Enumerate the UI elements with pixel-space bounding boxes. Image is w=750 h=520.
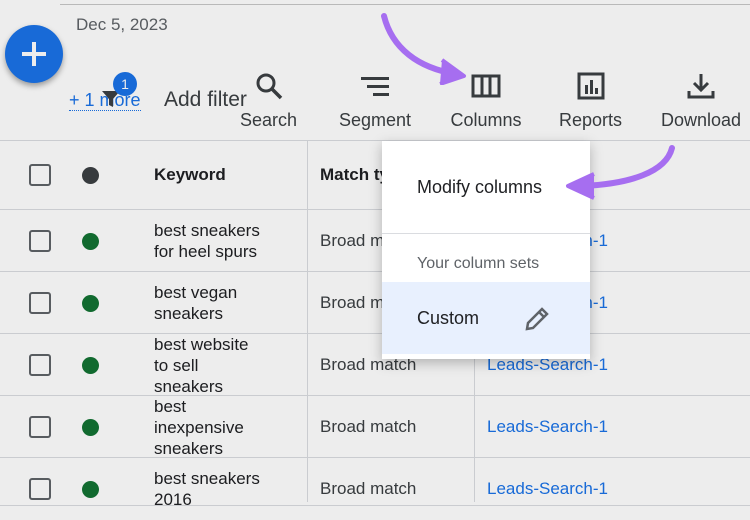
keyword-cell[interactable]: best sneakers 2016 [154,468,260,510]
column-sets-header: Your column sets [382,246,590,282]
add-filter-button[interactable]: Add filter [164,88,247,112]
table-row: best sneakers 2016 Broad match Leads-Search… [0,458,750,509]
segment-icon [359,68,391,104]
table-row: best vegansneakersBroad matchLeads-Searc… [0,272,750,334]
table-row: best sneakersfor heel spursBroad matchLe… [0,210,750,272]
segment-label: Segment [339,110,412,130]
ad-group-link[interactable]: Leads-Search-1 [487,417,608,437]
keyword-line: for heel spurs [154,242,257,261]
keyword-line: best sneakers [154,221,260,240]
keyword-line: inexpensive [154,417,244,437]
status-dot-icon [82,419,99,436]
keyword-line: best [154,396,187,416]
divider [382,233,590,234]
keyword-line: sneakers [154,304,223,323]
row-checkbox[interactable] [29,292,51,314]
keyword-line: best website [154,334,249,354]
keyword-cell[interactable]: best website to sell sneakers [154,334,249,397]
table-row: best inexpensive sneakers Broad match Leads-… [0,396,750,458]
keyword-line: to sell [154,355,199,375]
keyword-line: sneakers [154,376,223,396]
select-all-checkbox[interactable] [29,164,51,186]
pencil-icon[interactable] [522,304,552,334]
search-button[interactable]: Search [240,68,297,131]
status-dot-icon [82,295,99,312]
keyword-line: best vegan [154,283,238,302]
columns-label: Columns [450,110,522,130]
reports-button[interactable]: Reports [559,68,622,131]
status-header-icon [82,167,99,184]
keyword-cell[interactable]: best vegan sneakers [154,282,237,324]
columns-button[interactable]: Columns [436,60,536,140]
modify-columns-label: Modify columns [417,176,543,197]
status-dot-icon [82,233,99,250]
date-bar: Dec 5, 2023 [0,0,750,60]
date-range[interactable]: Dec 5, 2023 [76,15,168,35]
search-icon [254,68,284,104]
status-dot-icon [82,357,99,374]
download-button[interactable]: Download [661,68,741,131]
row-checkbox[interactable] [29,230,51,252]
columns-icon [471,68,501,104]
keyword-line: sneakers [154,438,223,458]
download-icon [686,68,716,104]
table-row: best website to sell sneakers Broad match Le… [0,334,750,396]
modify-columns-item[interactable]: Modify columns [382,161,590,213]
reports-label: Reports [559,110,623,130]
custom-label: Custom [417,307,480,328]
columns-dropdown-menu: Modify columns Your column sets Custom [382,141,590,359]
status-dot-icon [82,481,99,498]
match-type-cell: Broad match [320,417,417,436]
divider [60,4,750,5]
search-label: Search [240,110,298,130]
ad-group-link[interactable]: Leads-Search-1 [487,479,608,499]
filter-count-badge: 1 [113,72,137,96]
custom-column-set-item[interactable]: Custom [382,282,590,354]
match-type-cell: Broad match [320,479,417,498]
keyword-line: 2016 [154,490,192,509]
row-checkbox[interactable] [29,478,51,500]
reports-icon [576,68,606,104]
keyword-cell[interactable]: best sneakers for heel spurs [154,220,260,262]
column-header-keyword[interactable]: Keyword [154,165,226,185]
segment-button[interactable]: Segment [339,68,411,131]
download-label: Download [661,110,742,130]
row-checkbox[interactable] [29,416,51,438]
row-checkbox[interactable] [29,354,51,376]
toolbar: + 1 more 1 Add filter Search Segment Col… [0,60,750,140]
keyword-line: best sneakers [154,469,260,488]
column-sets-label: Your column sets [417,255,540,272]
table-header: Keyword Match type [0,140,750,210]
keyword-cell[interactable]: best inexpensive sneakers [154,396,244,459]
